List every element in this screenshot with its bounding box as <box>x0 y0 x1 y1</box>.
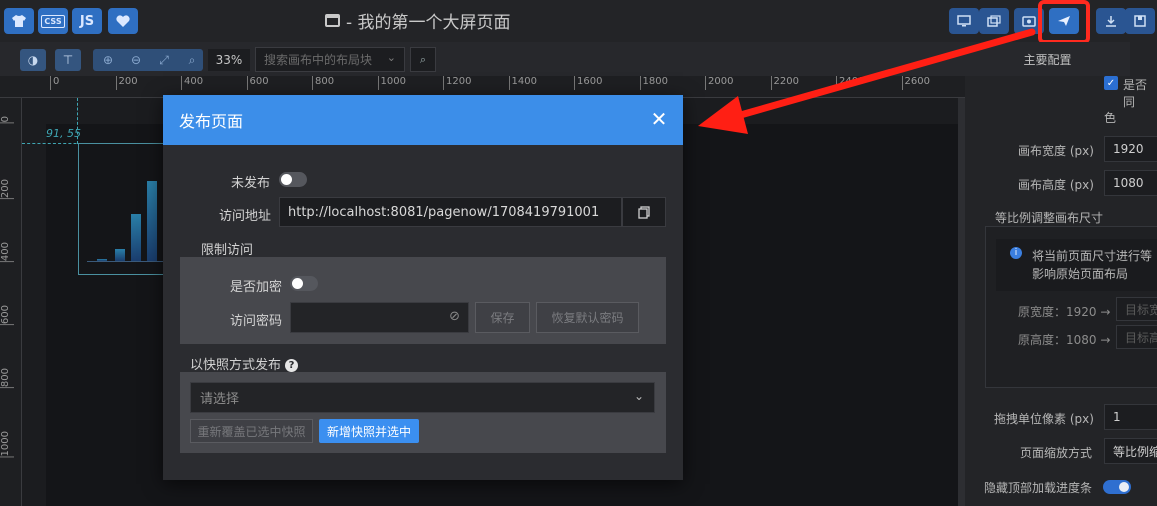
contrast-icon[interactable]: ◑ <box>20 49 46 71</box>
app-root: CSS JS - 我的第一个大屏页面 ◑ ⊤ ⊕ ⊖ ⤢ ⌕ 33% 搜索画布中… <box>0 0 1157 506</box>
scale-mode-select[interactable]: 等比例缩 <box>1104 438 1157 464</box>
ruler-tick-v: 1000 <box>0 431 14 458</box>
ruler-tick-v: 0 <box>0 116 14 124</box>
zoom-search-icon[interactable]: ⌕ <box>179 49 205 71</box>
target-width-placeholder: 目标宽 <box>1125 302 1157 317</box>
chevron-down-icon: ⌄ <box>633 389 644 403</box>
css-icon[interactable]: CSS <box>38 8 68 34</box>
canvas-height-label: 画布高度 (px) <box>1018 178 1094 192</box>
ruler-tick-h: 1600 <box>574 76 602 90</box>
search-icon[interactable]: ⌕ <box>410 47 436 72</box>
ruler-tick-h: 0 <box>50 76 59 90</box>
hint-text-2: 影响原始页面布局 <box>1032 267 1129 281</box>
annotation-arrow <box>698 28 1036 134</box>
chart-widget[interactable] <box>78 143 166 275</box>
ruler-tick-h: 200 <box>115 76 138 90</box>
save-password-button[interactable]: 保存 <box>475 302 530 333</box>
publish-dialog: 发布页面 ✕ 未发布 访问地址 http://localhost:8081/pa… <box>163 95 683 480</box>
download-icon[interactable] <box>1096 8 1126 34</box>
orig-width-label: 原宽度：1920 → <box>1018 305 1111 319</box>
overwrite-snapshot-button[interactable]: 重新覆盖已选中快照 <box>190 419 313 443</box>
url-value: http://localhost:8081/pagenow/1708419791… <box>288 204 600 220</box>
sync-checkbox[interactable]: ✓ <box>1104 76 1118 90</box>
password-label: 访问密码 <box>230 314 283 329</box>
ruler-tick-h: 400 <box>181 76 203 90</box>
hide-progress-label: 隐藏顶部加载进度条 <box>984 481 1093 495</box>
publish-status-switch[interactable] <box>279 172 307 187</box>
orig-height-label: 原高度：1080 → <box>1018 333 1111 347</box>
snapshot-label-text: 以快照方式发布 <box>190 358 282 373</box>
new-snapshot-button[interactable]: 新增快照并选中 <box>319 419 419 443</box>
layout-search-select[interactable]: 搜索画布中的布局块 ⌄ <box>255 47 405 72</box>
canvas-width-input[interactable]: 1920 <box>1104 136 1157 162</box>
encrypt-switch[interactable] <box>290 276 318 291</box>
ruler-tick-v: 200 <box>0 179 14 200</box>
help-icon[interactable]: ? <box>285 359 299 372</box>
ruler-tick-h: 600 <box>246 76 269 90</box>
layout-search-placeholder: 搜索画布中的布局块 <box>264 53 373 67</box>
close-icon[interactable]: ✕ <box>649 109 669 129</box>
target-height-input[interactable]: 目标高 <box>1116 325 1157 349</box>
ruler-tick-v: 400 <box>0 242 14 263</box>
shirt-icon[interactable] <box>4 8 34 34</box>
hint-text-1: 将当前页面尺寸进行等 <box>1032 249 1153 263</box>
js-button[interactable]: JS <box>72 8 102 34</box>
reset-password-button[interactable]: 恢复默认密码 <box>536 302 639 333</box>
ruler-tick-h: 1400 <box>508 76 537 90</box>
copy-icon[interactable] <box>622 197 666 227</box>
info-icon: i <box>1010 247 1022 259</box>
url-field[interactable]: http://localhost:8081/pagenow/1708419791… <box>279 197 622 227</box>
canvas-scrollbar[interactable] <box>958 98 965 506</box>
ruler-vertical: 0 200 400 600 800 1000 <box>0 98 22 506</box>
heart-icon[interactable] <box>108 8 138 34</box>
password-input[interactable]: ⊘ <box>290 302 469 333</box>
snapshot-select[interactable]: 请选择 ⌄ <box>190 382 655 413</box>
zoom-level[interactable]: 33% <box>208 49 250 71</box>
target-height-placeholder: 目标高 <box>1125 330 1157 345</box>
canvas-height-input[interactable]: 1080 <box>1104 170 1157 196</box>
hint-panel: i 将当前页面尺寸进行等 影响原始页面布局 <box>996 239 1157 291</box>
page-title: - 我的第一个大屏页面 <box>325 8 511 33</box>
ruler-tick-h: 1200 <box>443 76 471 90</box>
drag-unit-input[interactable]: 1 <box>1104 404 1157 430</box>
zoom-in-icon[interactable]: ⊕ <box>95 49 121 71</box>
target-width-input[interactable]: 目标宽 <box>1116 297 1157 321</box>
zoom-out-icon[interactable]: ⊖ <box>123 49 149 71</box>
encrypt-label: 是否加密 <box>230 280 283 295</box>
js-label: JS <box>79 13 95 29</box>
restrict-access-label: 限制访问 <box>201 243 254 258</box>
url-label: 访问地址 <box>219 209 272 224</box>
css-label: CSS <box>41 14 65 28</box>
fit-screen-icon[interactable]: ⤢ <box>151 49 177 71</box>
canvas-width-label: 画布宽度 (px) <box>1018 144 1094 158</box>
save-page-icon[interactable] <box>1125 8 1155 34</box>
window-icon <box>325 14 340 27</box>
drag-unit-label: 拖拽单位像素 (px) <box>994 412 1094 426</box>
hide-progress-toggle[interactable] <box>1103 480 1131 494</box>
dialog-title: 发布页面 <box>179 112 244 131</box>
snapshot-placeholder: 请选择 <box>200 392 240 407</box>
eye-off-icon[interactable]: ⊘ <box>449 309 460 324</box>
ruler-tick-h: 1800 <box>639 76 668 90</box>
ratio-resize-label: 等比例调整画布尺寸 <box>995 211 1104 225</box>
ruler-tick-v: 600 <box>0 305 14 326</box>
snapshot-label: 以快照方式发布? <box>190 354 299 373</box>
cursor-coordinate: 91, 55 <box>46 127 81 140</box>
publish-status-label: 未发布 <box>231 176 271 191</box>
color-label: 色 <box>1104 111 1117 125</box>
ruler-tick-v: 800 <box>0 368 14 389</box>
sync-label: 是否同 <box>1123 78 1148 109</box>
chevron-down-icon: ⌄ <box>386 51 396 64</box>
ruler-tick-h: 800 <box>312 76 334 90</box>
ratio-resize-box: i 将当前页面尺寸进行等 影响原始页面布局 原宽度：1920 → 目标宽 原高度… <box>985 226 1157 388</box>
ruler-tick-h: 1000 <box>377 76 406 90</box>
scale-mode-label: 页面缩放方式 <box>1020 446 1093 460</box>
align-top-icon[interactable]: ⊤ <box>55 49 81 71</box>
dialog-header: 发布页面 ✕ <box>163 95 683 145</box>
page-title-text: - 我的第一个大屏页面 <box>346 13 511 33</box>
